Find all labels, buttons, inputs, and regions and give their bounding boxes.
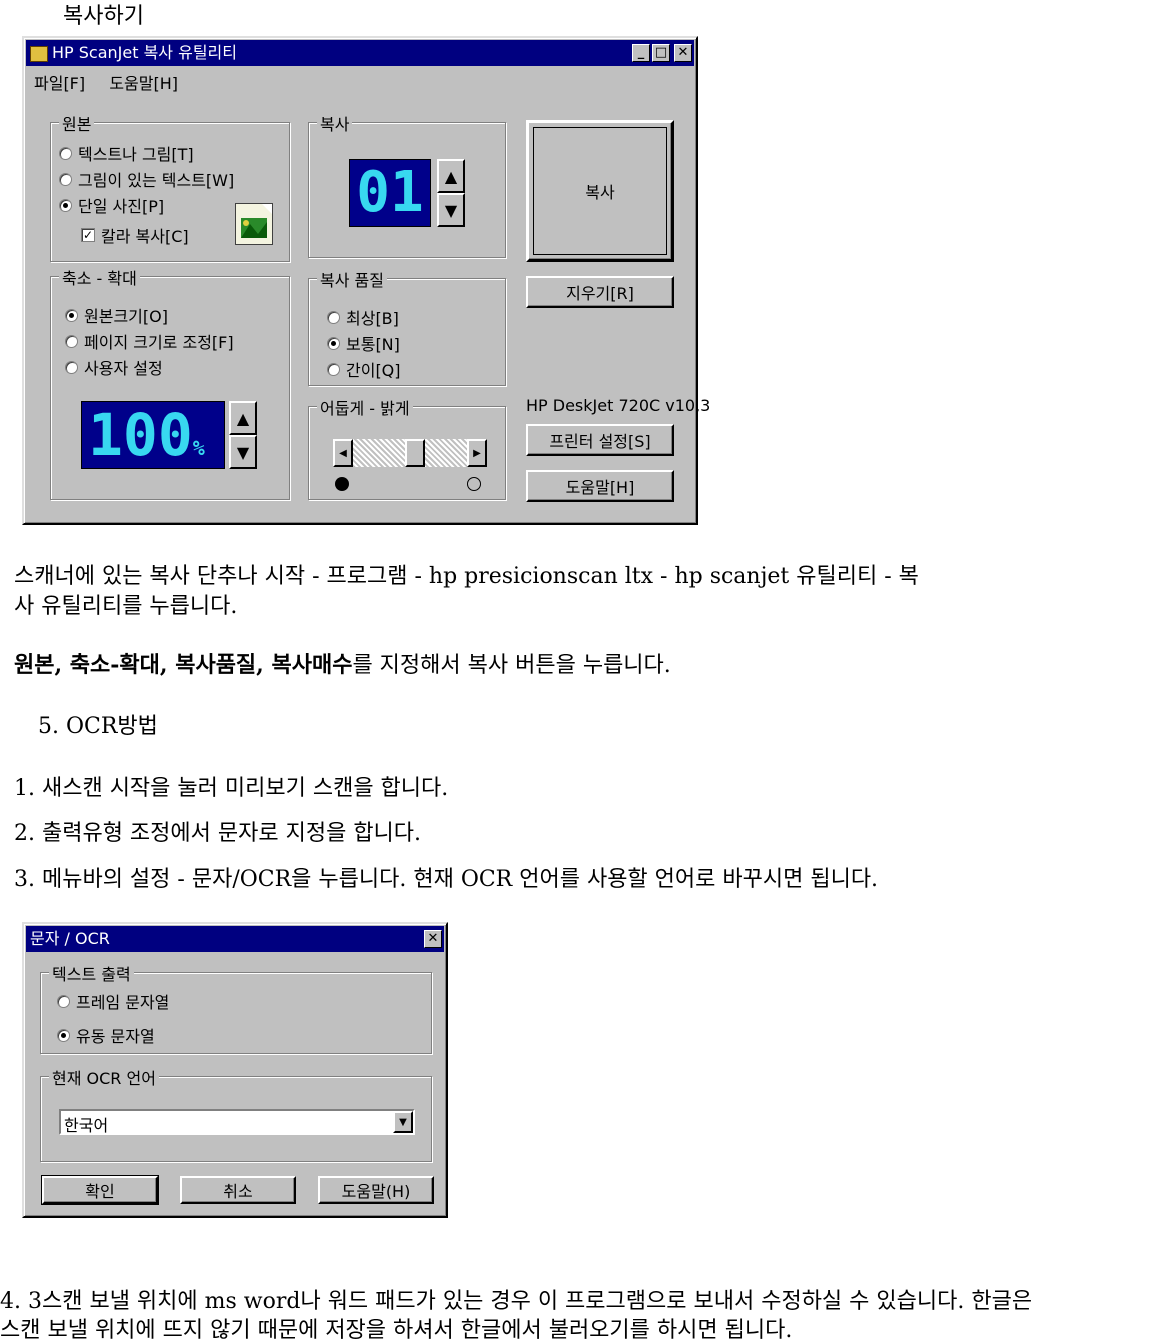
printer-settings-button[interactable]: 프린터 설정[S] (526, 424, 674, 456)
ocr-dialog-title: 문자 / OCR (30, 929, 110, 948)
radio-indicator (65, 360, 78, 374)
ocr-language-group-label: 현재 OCR 언어 (49, 1065, 159, 1089)
radio-indicator-selected (327, 336, 340, 350)
radio-original-size[interactable]: 원본크기[O] (65, 303, 168, 327)
radio-text-with-picture[interactable]: 그림이 있는 텍스트[W] (59, 167, 234, 191)
ocr-dialog-titlebar: 문자 / OCR ✕ (26, 926, 444, 952)
copy-window-titlebar: HP ScanJet 복사 유틸리티 _ □ ✕ (26, 40, 694, 66)
menu-bar: 파일[F] 도움말[H] (34, 70, 178, 94)
paragraph-2-bold: 원본, 축소-확대, 복사품질, 복사매수 (14, 652, 353, 678)
radio-quality-normal[interactable]: 보통[N] (327, 331, 400, 355)
radio-single-photo[interactable]: 단일 사진[P] (59, 193, 164, 217)
radio-frame-text[interactable]: 프레임 문자열 (57, 989, 169, 1013)
decrease-scale-button[interactable]: ▼ (229, 435, 257, 469)
dropdown-arrow-icon[interactable]: ▼ (393, 1111, 413, 1133)
brightness-group-label: 어둡게 - 밝게 (317, 395, 413, 419)
paragraph-2-rest: 를 지정해서 복사 버튼을 누릅니다. (352, 653, 671, 678)
ocr-language-select[interactable]: 한국어 ▼ (59, 1109, 415, 1135)
ocr-language-value: 한국어 (64, 1116, 109, 1135)
copy-button[interactable]: 복사 (526, 120, 674, 262)
ocr-help-button[interactable]: 도움말(H) (318, 1176, 434, 1204)
scale-unit: % (192, 436, 205, 460)
copy-utility-window: HP ScanJet 복사 유틸리티 _ □ ✕ 파일[F] 도움말[H] 원본… (22, 36, 710, 525)
radio-indicator (57, 994, 70, 1008)
radio-indicator-selected (65, 308, 78, 322)
scale-group: 축소 - 확대 원본크기[O] 페이지 크기로 조정[F] 사용자 설정 100… (50, 265, 290, 500)
radio-quality-best[interactable]: 최상[B] (327, 305, 399, 329)
radio-indicator (59, 146, 72, 160)
bright-icon (467, 477, 481, 491)
page-heading: 복사하기 (63, 4, 144, 29)
radio-quality-draft[interactable]: 간이[Q] (327, 357, 401, 381)
scale-group-label: 축소 - 확대 (59, 265, 140, 289)
radio-indicator-selected (59, 198, 72, 212)
copy-count-display: 01 (349, 159, 431, 227)
brightness-group: 어둡게 - 밝게 ◀ ▶ (308, 395, 506, 500)
slider-left-arrow[interactable]: ◀ (333, 439, 353, 467)
text-output-group-label: 텍스트 출력 (49, 961, 134, 985)
checkbox-indicator: ✓ (81, 228, 95, 242)
cancel-button[interactable]: 취소 (180, 1176, 296, 1204)
brightness-slider[interactable]: ◀ ▶ (333, 439, 487, 467)
quality-group: 복사 품질 최상[B] 보통[N] 간이[Q] (308, 267, 506, 386)
slider-right-arrow[interactable]: ▶ (467, 439, 487, 467)
maximize-button[interactable]: □ (652, 44, 670, 62)
ocr-dialog: 문자 / OCR ✕ 텍스트 출력 프레임 문자열 유동 문자열 현재 OCR … (22, 922, 448, 1218)
text-output-group: 텍스트 출력 프레임 문자열 유동 문자열 (40, 961, 432, 1054)
menu-file[interactable]: 파일[F] (34, 74, 85, 93)
original-group: 원본 텍스트나 그림[T] 그림이 있는 텍스트[W] 단일 사진[P] ✓ 칼라… (50, 111, 290, 262)
help-button[interactable]: 도움말[H] (526, 470, 674, 502)
radio-fit-to-page[interactable]: 페이지 크기로 조정[F] (65, 329, 234, 353)
close-button[interactable]: ✕ (674, 44, 692, 62)
section-heading: 5. OCR방법 (38, 714, 158, 739)
app-icon (30, 45, 48, 62)
radio-indicator (327, 362, 340, 376)
radio-indicator (65, 334, 78, 348)
slider-thumb[interactable] (404, 439, 425, 467)
copy-window-title: HP ScanJet 복사 유틸리티 (52, 43, 237, 62)
radio-custom-scale[interactable]: 사용자 설정 (65, 355, 163, 379)
copy-count-spinner: ▲ ▼ (437, 159, 465, 227)
ok-button[interactable]: 확인 (41, 1175, 159, 1205)
copies-group-label: 복사 (317, 111, 353, 135)
paragraph-4-line-2: 스캔 보낼 위치에 뜨지 않기 때문에 저장을 하셔서 한글에서 불러오기를 하… (0, 1318, 793, 1343)
menu-help[interactable]: 도움말[H] (109, 74, 178, 93)
minimize-button[interactable]: _ (632, 44, 650, 62)
ocr-close-button[interactable]: ✕ (424, 930, 442, 948)
paragraph-4-line-1: 4. 3스캔 보낼 위치에 ms word나 워드 패드가 있는 경우 이 프로… (0, 1289, 1033, 1314)
scale-value-display: 100% (81, 401, 225, 469)
step-2: 2. 출력유형 조정에서 문자로 지정을 합니다. (14, 821, 422, 846)
original-group-label: 원본 (59, 111, 95, 135)
copies-group: 복사 01 ▲ ▼ (308, 111, 506, 258)
paragraph-1-line-2: 사 유틸리티를 누릅니다. (14, 594, 238, 619)
quality-group-label: 복사 품질 (317, 267, 387, 291)
color-copy-checkbox[interactable]: ✓ 칼라 복사[C] (81, 223, 189, 247)
radio-text-or-picture[interactable]: 텍스트나 그림[T] (59, 141, 194, 165)
ocr-language-group: 현재 OCR 언어 한국어 ▼ (40, 1065, 432, 1162)
scale-spinner: ▲ ▼ (229, 401, 257, 469)
increase-scale-button[interactable]: ▲ (229, 401, 257, 435)
paragraph-2: 원본, 축소-확대, 복사품질, 복사매수를 지정해서 복사 버튼을 누릅니다. (14, 647, 671, 679)
radio-indicator-selected (57, 1028, 70, 1042)
radio-indicator (327, 310, 340, 324)
clear-button[interactable]: 지우기[R] (526, 276, 674, 308)
radio-flowing-text[interactable]: 유동 문자열 (57, 1023, 155, 1047)
step-1: 1. 새스캔 시작을 눌러 미리보기 스캔을 합니다. (14, 776, 449, 801)
paragraph-1-line-1: 스캐너에 있는 복사 단추나 시작 - 프로그램 - hp presicions… (14, 564, 919, 589)
increase-copies-button[interactable]: ▲ (437, 159, 465, 193)
photo-icon (235, 203, 273, 245)
printer-label: HP DeskJet 720C v10,3 (526, 396, 711, 415)
radio-indicator (59, 172, 72, 186)
dark-icon (335, 477, 349, 491)
decrease-copies-button[interactable]: ▼ (437, 193, 465, 227)
step-3: 3. 메뉴바의 설정 - 문자/OCR을 누릅니다. 현재 OCR 언어를 사용… (14, 867, 879, 892)
